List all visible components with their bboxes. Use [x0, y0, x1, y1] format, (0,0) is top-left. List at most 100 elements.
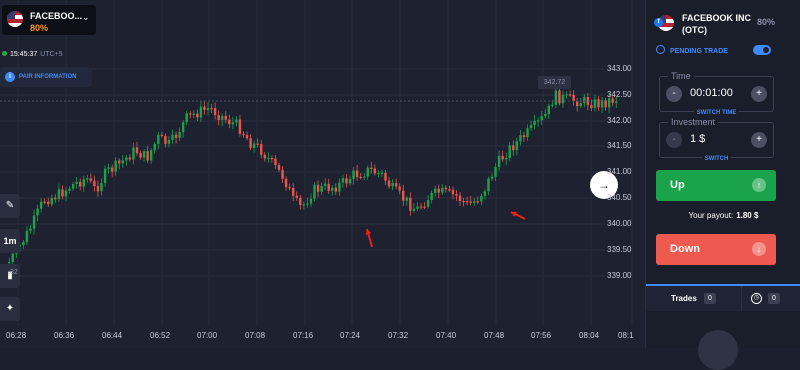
trades-count-badge: 0	[704, 293, 716, 304]
candle-body	[348, 178, 352, 184]
draw-tool-button[interactable]: ✎	[0, 194, 20, 218]
candle-body	[281, 169, 284, 179]
candle-body	[565, 94, 568, 96]
x-axis-label: 08:04	[579, 331, 600, 340]
up-button[interactable]: Up ↑	[656, 170, 776, 201]
candle-body	[501, 155, 504, 160]
time-label: Time	[668, 71, 694, 81]
candle-body	[593, 99, 597, 109]
asset-selector[interactable]: FACEBOO... 80% ⌄	[2, 5, 96, 35]
pencil-icon: ✎	[5, 200, 15, 211]
candle-body	[299, 197, 302, 205]
candle-body	[363, 176, 366, 178]
candle-body	[419, 206, 423, 208]
candle-body	[309, 198, 313, 204]
y-axis-label: 341.00	[607, 167, 632, 176]
candle-body	[380, 172, 384, 175]
candle-body	[508, 145, 511, 158]
y-axis-label: 343.00	[607, 64, 632, 73]
loading-indicator	[698, 330, 738, 370]
candle-body	[295, 195, 298, 198]
online-dot-icon	[2, 51, 7, 56]
candle-body	[11, 253, 14, 262]
clock-time: 15:45:37	[10, 51, 38, 58]
tab-trades[interactable]: Trades	[671, 294, 697, 303]
candle-body	[114, 160, 117, 172]
candle-body	[103, 168, 107, 184]
candle-body	[547, 105, 550, 115]
candle-body	[164, 135, 167, 144]
pending-trade-toggle[interactable]	[753, 45, 771, 55]
chart-area[interactable]: FACEBOO... 80% ⌄ 15:45:37 UTC+5 i PAIR IN…	[0, 0, 645, 348]
candle-body	[327, 183, 330, 191]
candle-body	[174, 134, 178, 138]
investment-plus-button[interactable]: +	[751, 132, 767, 148]
candle-body	[540, 116, 543, 121]
candle-body	[430, 192, 433, 200]
candle-body	[469, 201, 472, 203]
candle-body	[277, 164, 281, 170]
pending-count-badge: 0	[768, 293, 780, 304]
switch-time-link[interactable]: SWITCH TIME	[660, 110, 773, 116]
payout-value: 1.80 $	[736, 211, 759, 220]
switch-investment-link[interactable]: SWITCH	[660, 156, 773, 162]
candle-body	[323, 183, 327, 186]
candle-body	[494, 166, 497, 177]
time-plus-button[interactable]: +	[751, 86, 767, 102]
investment-minus-button[interactable]: -	[666, 132, 682, 148]
candle-body	[409, 197, 412, 211]
y-axis-label: 339.50	[607, 245, 632, 254]
timeframe-button[interactable]: 1m	[0, 229, 20, 253]
candle-body	[607, 98, 611, 108]
candle-body	[185, 113, 188, 123]
candle-body	[391, 183, 394, 187]
candle-body	[196, 113, 199, 118]
arrow-right-icon: →	[598, 178, 610, 192]
candle-body	[118, 160, 121, 164]
x-axis-label: 06:28	[6, 331, 27, 340]
investment-field[interactable]: Investment - 1 $ + SWITCH	[659, 117, 774, 162]
up-label: Up	[670, 179, 685, 191]
candle-body	[153, 143, 156, 151]
candle-body	[412, 208, 416, 211]
time-minus-button[interactable]: -	[666, 86, 682, 102]
candle-body	[249, 138, 252, 148]
candle-body	[82, 179, 85, 187]
candle-body	[341, 178, 345, 183]
x-axis-label: 06:52	[150, 331, 171, 340]
candle-body	[47, 201, 50, 205]
satellite-tool-button[interactable]: ✦	[0, 297, 20, 321]
candle-body	[370, 167, 373, 169]
candle-body	[270, 158, 274, 160]
us-flag-icon	[7, 11, 23, 27]
candle-body	[423, 206, 426, 208]
time-field[interactable]: Time - 00:01:00 + SWITCH TIME	[659, 71, 774, 116]
candle-body	[334, 187, 337, 192]
pair-information-button[interactable]: i PAIR INFORMATION	[0, 67, 92, 87]
candle-body	[181, 122, 185, 133]
candle-body	[579, 103, 582, 107]
clock-icon[interactable]: ◷	[751, 293, 762, 304]
chevron-down-icon: ⌄	[82, 12, 90, 22]
candle-body	[157, 134, 160, 144]
candle-body	[43, 201, 46, 203]
timeframe-label: 1m	[3, 236, 17, 246]
down-button[interactable]: Down ↓	[656, 234, 776, 265]
x-axis-label: 07:00	[197, 331, 218, 340]
candle-body	[451, 189, 455, 195]
candle-body	[529, 124, 533, 129]
candle-body	[519, 135, 522, 142]
candle-body	[217, 115, 220, 121]
clock-timezone: UTC+5	[40, 51, 63, 58]
candle-body	[576, 101, 579, 107]
server-clock: 15:45:37 UTC+5	[2, 51, 63, 58]
indicators-button[interactable]: ▮	[0, 264, 20, 288]
x-axis-label: 07:48	[484, 331, 505, 340]
candle-body	[75, 181, 78, 184]
candle-body	[615, 101, 618, 103]
candle-body	[487, 178, 490, 192]
candle-body	[93, 180, 96, 187]
down-label: Down	[670, 243, 700, 255]
candle-body	[473, 201, 476, 203]
candle-body	[231, 122, 235, 125]
